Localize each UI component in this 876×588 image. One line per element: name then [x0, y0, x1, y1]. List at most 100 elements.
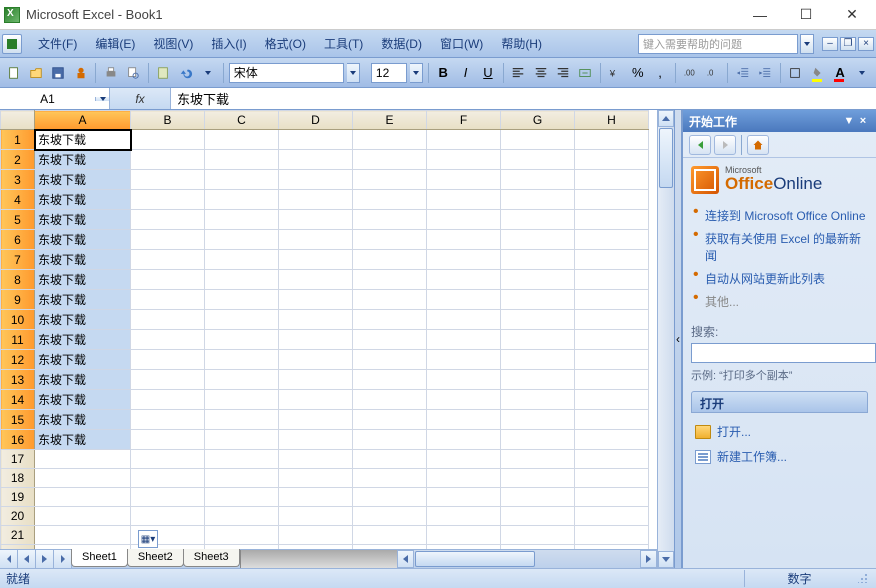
taskpane-home-icon[interactable] — [747, 135, 769, 155]
cell-G18[interactable] — [501, 469, 575, 488]
cell-F5[interactable] — [427, 210, 501, 230]
cell-E10[interactable] — [353, 310, 427, 330]
horizontal-scrollbar[interactable] — [397, 550, 657, 568]
taskpane-forward-icon[interactable] — [714, 135, 736, 155]
toolbar-dropdown-icon[interactable] — [199, 62, 218, 84]
maximize-button[interactable]: ☐ — [792, 4, 820, 26]
row-header-22[interactable]: 22 — [1, 545, 35, 550]
row-header-19[interactable]: 19 — [1, 488, 35, 507]
formula-input[interactable]: 东坡下载 — [170, 88, 876, 109]
tab-nav-first[interactable] — [0, 550, 18, 568]
cell-E11[interactable] — [353, 330, 427, 350]
cell-C21[interactable] — [205, 526, 279, 545]
cell-F10[interactable] — [427, 310, 501, 330]
row-header-20[interactable]: 20 — [1, 507, 35, 526]
cell-D7[interactable] — [279, 250, 353, 270]
cell-D13[interactable] — [279, 370, 353, 390]
borders-icon[interactable] — [786, 62, 805, 84]
cell-G4[interactable] — [501, 190, 575, 210]
name-box-dropdown[interactable] — [95, 97, 109, 101]
cell-A5[interactable]: 东坡下载 — [35, 210, 131, 230]
row-header-5[interactable]: 5 — [1, 210, 35, 230]
cell-A21[interactable] — [35, 526, 131, 545]
cell-B1[interactable] — [131, 130, 205, 150]
cell-B16[interactable] — [131, 430, 205, 450]
taskpane-collapse-handle[interactable]: ‹ — [674, 110, 681, 568]
cell-B18[interactable] — [131, 469, 205, 488]
menu-window[interactable]: 窗口(W) — [432, 32, 491, 55]
cell-F8[interactable] — [427, 270, 501, 290]
increase-decimal-icon[interactable]: .00 — [681, 62, 700, 84]
cell-B7[interactable] — [131, 250, 205, 270]
cell-E15[interactable] — [353, 410, 427, 430]
cell-A6[interactable]: 东坡下载 — [35, 230, 131, 250]
cell-G22[interactable] — [501, 545, 575, 550]
cell-C4[interactable] — [205, 190, 279, 210]
print-preview-icon[interactable] — [124, 62, 143, 84]
cell-F11[interactable] — [427, 330, 501, 350]
cell-G12[interactable] — [501, 350, 575, 370]
menu-format[interactable]: 格式(O) — [257, 32, 314, 55]
menu-insert[interactable]: 插入(I) — [203, 32, 254, 55]
column-header-D[interactable]: D — [279, 111, 353, 130]
open-icon[interactable] — [26, 62, 45, 84]
font-size-select[interactable]: 12 — [371, 63, 407, 83]
cell-F6[interactable] — [427, 230, 501, 250]
cell-G17[interactable] — [501, 450, 575, 469]
row-header-2[interactable]: 2 — [1, 150, 35, 170]
undo-icon[interactable] — [176, 62, 195, 84]
cell-B19[interactable] — [131, 488, 205, 507]
row-header-21[interactable]: 21 — [1, 526, 35, 545]
cell-C1[interactable] — [205, 130, 279, 150]
name-box[interactable]: A1 — [0, 88, 110, 109]
cell-F1[interactable] — [427, 130, 501, 150]
cell-A4[interactable]: 东坡下载 — [35, 190, 131, 210]
cell-E20[interactable] — [353, 507, 427, 526]
cell-A12[interactable]: 东坡下载 — [35, 350, 131, 370]
font-name-dropdown[interactable] — [347, 63, 359, 83]
workbook-minimize-button[interactable]: – — [822, 37, 838, 51]
cell-D20[interactable] — [279, 507, 353, 526]
cell-D14[interactable] — [279, 390, 353, 410]
cell-G19[interactable] — [501, 488, 575, 507]
cell-E2[interactable] — [353, 150, 427, 170]
cell-A9[interactable]: 东坡下载 — [35, 290, 131, 310]
cell-D12[interactable] — [279, 350, 353, 370]
tab-nav-last[interactable] — [54, 550, 72, 568]
cell-A15[interactable]: 东坡下载 — [35, 410, 131, 430]
cell-F2[interactable] — [427, 150, 501, 170]
workbook-close-button[interactable]: × — [858, 37, 874, 51]
cell-D5[interactable] — [279, 210, 353, 230]
cell-A18[interactable] — [35, 469, 131, 488]
vertical-scrollbar[interactable] — [657, 110, 674, 568]
cell-A8[interactable]: 东坡下载 — [35, 270, 131, 290]
cell-F4[interactable] — [427, 190, 501, 210]
row-header-8[interactable]: 8 — [1, 270, 35, 290]
menu-edit[interactable]: 编辑(E) — [87, 32, 143, 55]
cell-F21[interactable] — [427, 526, 501, 545]
cell-F22[interactable] — [427, 545, 501, 550]
cell-C12[interactable] — [205, 350, 279, 370]
autofill-options-icon[interactable]: ▦▾ — [138, 530, 158, 548]
cell-E16[interactable] — [353, 430, 427, 450]
cell-F3[interactable] — [427, 170, 501, 190]
fill-color-icon[interactable] — [808, 62, 827, 84]
cell-C20[interactable] — [205, 507, 279, 526]
cell-A14[interactable]: 东坡下载 — [35, 390, 131, 410]
cell-H18[interactable] — [575, 469, 649, 488]
cell-B11[interactable] — [131, 330, 205, 350]
cell-E21[interactable] — [353, 526, 427, 545]
minimize-button[interactable]: — — [746, 4, 774, 26]
cell-F19[interactable] — [427, 488, 501, 507]
cell-F7[interactable] — [427, 250, 501, 270]
cell-E13[interactable] — [353, 370, 427, 390]
cell-B20[interactable] — [131, 507, 205, 526]
row-header-13[interactable]: 13 — [1, 370, 35, 390]
row-header-18[interactable]: 18 — [1, 469, 35, 488]
cell-H16[interactable] — [575, 430, 649, 450]
menu-view[interactable]: 视图(V) — [145, 32, 201, 55]
cell-E4[interactable] — [353, 190, 427, 210]
increase-indent-icon[interactable] — [756, 62, 775, 84]
cell-B9[interactable] — [131, 290, 205, 310]
cell-G13[interactable] — [501, 370, 575, 390]
